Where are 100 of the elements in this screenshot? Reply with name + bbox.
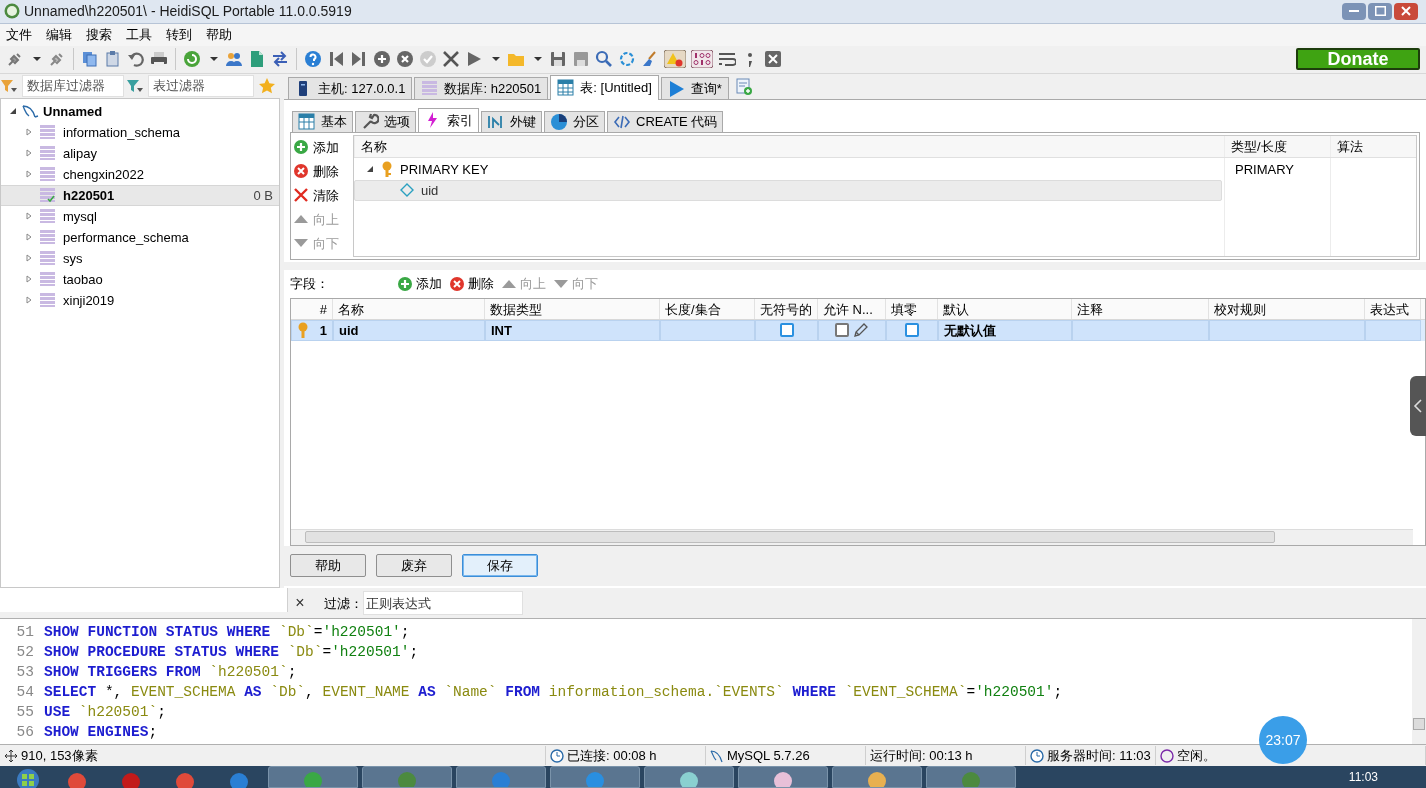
users-icon[interactable]: [225, 50, 243, 69]
check-circle-icon[interactable]: [419, 50, 437, 69]
tab[interactable]: CREATE 代码: [607, 110, 724, 132]
close-button[interactable]: [1394, 2, 1418, 20]
filter-field[interactable]: 数据库过滤器: [22, 74, 124, 97]
taskbar-button[interactable]: [926, 765, 1016, 788]
tree-row[interactable]: sys: [1, 247, 279, 269]
column-header[interactable]: 注释: [1072, 298, 1209, 319]
tree-row[interactable]: alipay: [1, 142, 279, 164]
menu-item[interactable]: 工具: [126, 25, 152, 45]
taskbar-button[interactable]: [456, 765, 546, 788]
filter-icon[interactable]: [0, 78, 18, 93]
word-wrap-icon[interactable]: [718, 50, 736, 69]
undo-icon[interactable]: [127, 50, 145, 69]
column-header[interactable]: 允许 N...: [818, 298, 886, 319]
tree-row[interactable]: chengxin2022: [1, 163, 279, 185]
taskbar-button[interactable]: [362, 765, 452, 788]
binary-icon[interactable]: [691, 50, 713, 69]
table-cell[interactable]: INT: [485, 319, 660, 341]
menu-item[interactable]: 搜索: [86, 25, 112, 45]
column-header[interactable]: 校对规则: [1209, 298, 1365, 319]
menu-item[interactable]: 文件: [6, 25, 32, 45]
close-box-icon[interactable]: [764, 50, 782, 69]
column-header[interactable]: 算法: [1330, 135, 1416, 157]
taskbar-button[interactable]: [832, 765, 922, 788]
tab[interactable]: 外键: [481, 110, 542, 132]
expand-arrow-icon[interactable]: [9, 107, 17, 116]
paste-icon[interactable]: [104, 50, 122, 69]
table-cell[interactable]: [660, 319, 755, 341]
taskbar-button[interactable]: [550, 765, 640, 788]
action-button[interactable]: 删除: [449, 274, 494, 294]
button[interactable]: 保存: [462, 554, 538, 578]
tab[interactable]: 主机: 127.0.0.1: [288, 76, 413, 99]
column-header[interactable]: 类型/长度: [1224, 135, 1330, 157]
tab[interactable]: 表: [Untitled]: [550, 74, 659, 100]
transfer-icon[interactable]: [271, 50, 289, 69]
action-button[interactable]: 删除: [293, 160, 351, 182]
column-header[interactable]: #: [291, 298, 333, 319]
table-cell[interactable]: [1072, 319, 1209, 341]
table-cell[interactable]: 1: [291, 319, 333, 341]
help-icon[interactable]: [304, 50, 322, 69]
tree-row[interactable]: h220501 0 B: [1, 184, 279, 206]
button[interactable]: 帮助: [290, 554, 366, 578]
play-icon[interactable]: [465, 50, 483, 69]
tree-row[interactable]: mysql: [1, 205, 279, 227]
column-header[interactable]: 名称: [354, 135, 1224, 157]
tab[interactable]: 数据库: h220501: [414, 76, 549, 99]
new-query-icon[interactable]: [734, 77, 753, 96]
table-cell[interactable]: [755, 319, 818, 341]
column-header[interactable]: 数据类型: [485, 298, 660, 319]
search-icon[interactable]: [595, 50, 613, 69]
table-cell[interactable]: [886, 319, 938, 341]
tab[interactable]: 索引: [418, 107, 479, 132]
table-cell[interactable]: [1365, 319, 1421, 341]
minimize-button[interactable]: [1342, 2, 1366, 20]
close-icon[interactable]: [442, 50, 460, 69]
maximize-button[interactable]: [1368, 2, 1392, 20]
broom-icon[interactable]: [641, 50, 659, 69]
column-header[interactable]: 默认: [938, 298, 1072, 319]
index-column-row[interactable]: uid: [354, 179, 1222, 201]
taskbar-button[interactable]: [738, 765, 828, 788]
plus-circle-icon[interactable]: [373, 50, 391, 69]
file-icon[interactable]: [248, 50, 266, 69]
action-button[interactable]: 清除: [293, 184, 351, 206]
copy-icon[interactable]: [81, 50, 99, 69]
tree-row[interactable]: information_schema: [1, 121, 279, 143]
skip-last-icon[interactable]: [350, 50, 368, 69]
tab[interactable]: 选项: [355, 110, 416, 132]
column-header[interactable]: 表达式: [1365, 298, 1421, 319]
tab[interactable]: 查询*: [660, 76, 729, 99]
action-button[interactable]: 添加: [397, 274, 442, 294]
tree-row[interactable]: xinji2019: [1, 289, 279, 311]
menu-item[interactable]: 编辑: [46, 25, 72, 45]
scrollbar[interactable]: [291, 528, 1413, 545]
refresh-icon[interactable]: [183, 50, 201, 69]
tree-row[interactable]: performance_schema: [1, 226, 279, 248]
column-header[interactable]: 填零: [886, 298, 938, 319]
skip-first-icon[interactable]: [327, 50, 345, 69]
expand-arrow-icon[interactable]: [366, 165, 374, 174]
close-button[interactable]: ×: [292, 591, 308, 616]
table-cell[interactable]: [1209, 319, 1365, 341]
x-circle-icon[interactable]: [396, 50, 414, 69]
tab[interactable]: 基本: [292, 110, 353, 132]
table-cell[interactable]: 无默认值: [938, 319, 1072, 341]
tab[interactable]: 分区: [544, 110, 605, 132]
checkbox[interactable]: [835, 323, 849, 338]
tree-item[interactable]: Unnamed: [43, 101, 103, 122]
scrollbar[interactable]: [1412, 619, 1426, 745]
taskbar-button[interactable]: [268, 765, 358, 788]
table-row[interactable]: 1 uid INT 无默认值: [291, 319, 1425, 341]
checkbox[interactable]: [905, 323, 919, 338]
side-handle[interactable]: [1410, 376, 1426, 436]
tree-row[interactable]: taobao: [1, 268, 279, 290]
column-header[interactable]: 无符号的: [755, 298, 818, 319]
save-icon[interactable]: [549, 50, 567, 69]
table-cell[interactable]: [818, 319, 886, 341]
checkbox[interactable]: [779, 323, 794, 338]
menu-item[interactable]: 转到: [166, 25, 192, 45]
filter-icon[interactable]: [126, 78, 144, 93]
filter-field[interactable]: 表过滤器: [148, 74, 254, 97]
